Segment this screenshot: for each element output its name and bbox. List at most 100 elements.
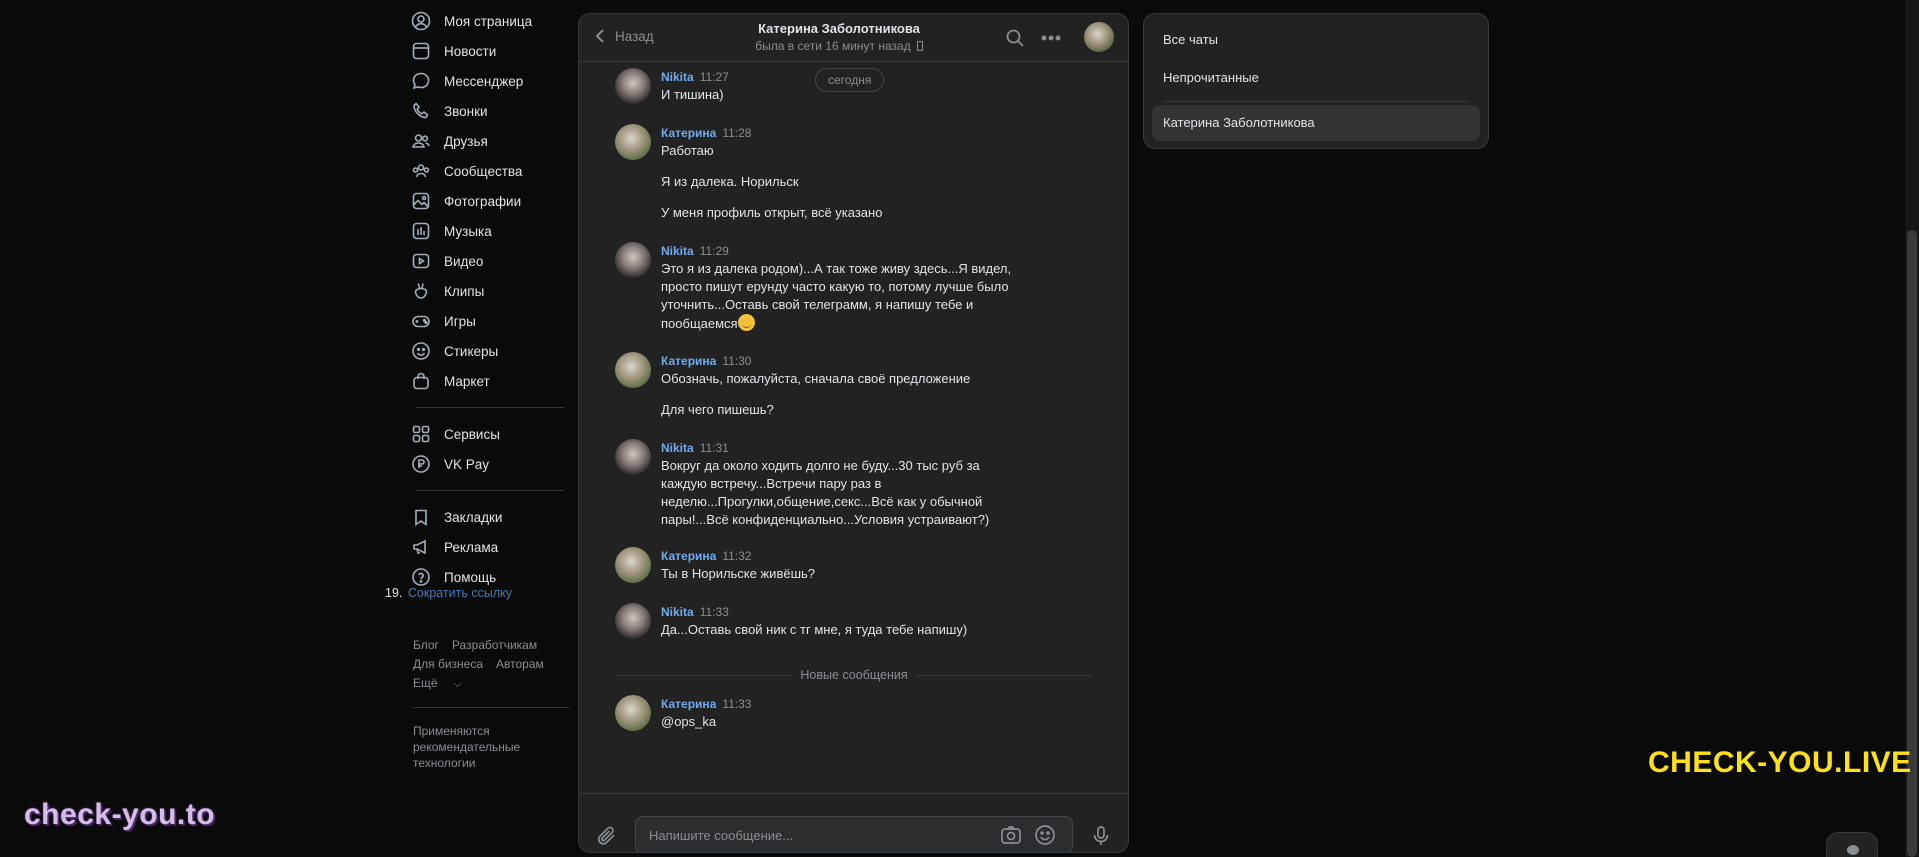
message-bubble-icon — [410, 70, 432, 92]
message-text: И тишина) — [661, 87, 724, 102]
message-author[interactable]: Катерина — [661, 549, 716, 563]
peer-avatar[interactable] — [1084, 22, 1114, 52]
short-link-row: 19. Сократить ссылку — [385, 586, 512, 600]
smiling-emoji-icon — [737, 314, 755, 331]
clips-icon — [410, 280, 432, 302]
mobile-icon — [916, 41, 923, 51]
message-text: @ops_ka — [661, 714, 717, 729]
nav-label: Мессенджер — [444, 73, 524, 89]
new-messages-label: Новые сообщения — [800, 668, 908, 682]
smile-icon — [1035, 825, 1055, 845]
grid-icon — [410, 423, 432, 445]
message-author[interactable]: Катерина — [661, 354, 716, 368]
nav-communities[interactable]: Сообщества — [410, 156, 570, 186]
back-button[interactable]: Назад — [593, 28, 654, 44]
message-time: 11:33 — [722, 697, 752, 711]
message-composer — [579, 793, 1128, 852]
folder-all-chats[interactable]: Все чаты — [1152, 22, 1480, 58]
camera-button[interactable] — [999, 823, 1023, 847]
voice-message-button[interactable] — [1089, 824, 1113, 848]
avatar[interactable] — [615, 695, 651, 731]
message-author[interactable]: Катерина — [661, 697, 716, 711]
nav-friends[interactable]: Друзья — [410, 126, 570, 156]
message-author[interactable]: Nikita — [661, 441, 694, 455]
avatar[interactable] — [615, 439, 651, 475]
message-author[interactable]: Nikita — [661, 70, 694, 84]
footer-developers-link[interactable]: Разработчикам — [452, 638, 537, 652]
avatar[interactable] — [615, 124, 651, 160]
communities-icon — [410, 160, 432, 182]
footer-divider — [413, 707, 569, 708]
message-meta: Катерина 11:28 — [661, 124, 751, 142]
left-navigation: Моя страница Новости Мессенджер Звонки Д… — [410, 6, 570, 592]
user-circle-icon — [410, 10, 432, 32]
nav-music[interactable]: Музыка — [410, 216, 570, 246]
message-text: Вокруг да около ходить долго не буду...3… — [661, 458, 990, 527]
nav-ads[interactable]: Реклама — [410, 532, 570, 562]
divider-line — [915, 674, 1094, 676]
nav-video[interactable]: Видео — [410, 246, 570, 276]
nav-photos[interactable]: Фотографии — [410, 186, 570, 216]
nav-label: VK Pay — [444, 456, 490, 472]
avatar[interactable] — [615, 603, 651, 639]
nav-clips[interactable]: Клипы — [410, 276, 570, 306]
nav-market[interactable]: Маркет — [410, 366, 570, 396]
shopping-bag-icon — [410, 370, 432, 392]
page-scrollbar[interactable] — [1905, 0, 1919, 857]
chat-bubble-icon[interactable] — [1826, 832, 1878, 857]
friends-icon — [410, 130, 432, 152]
paperclip-icon — [597, 826, 615, 845]
nav-label: Моя страница — [444, 13, 533, 29]
message-time: 11:33 — [699, 605, 729, 619]
short-link-link[interactable]: Сократить ссылку — [408, 586, 512, 600]
nav-news[interactable]: Новости — [410, 36, 570, 66]
search-button[interactable] — [1005, 28, 1025, 48]
message-text: Работаю — [661, 143, 714, 158]
message-time: 11:28 — [722, 126, 752, 140]
more-dots-icon — [1041, 35, 1061, 41]
nav-label: Стикеры — [444, 343, 499, 359]
message-author[interactable]: Катерина — [661, 126, 716, 140]
folder-unread[interactable]: Непрочитанные — [1152, 60, 1480, 96]
bookmark-icon — [410, 506, 432, 528]
nav-services[interactable]: Сервисы — [410, 419, 570, 449]
attach-button[interactable] — [595, 824, 619, 848]
message-author[interactable]: Nikita — [661, 244, 694, 258]
avatar[interactable] — [615, 68, 651, 104]
message-text: Я из далека. Норильск — [661, 174, 799, 189]
sticker-icon — [410, 340, 432, 362]
nav-label: Видео — [444, 253, 484, 269]
chevron-down-icon: ⌵ — [453, 679, 462, 690]
avatar[interactable] — [615, 547, 651, 583]
emoji-button[interactable] — [1033, 823, 1057, 847]
message-time: 11:32 — [722, 549, 752, 563]
nav-stickers[interactable]: Стикеры — [410, 336, 570, 366]
footer-business-link[interactable]: Для бизнеса — [413, 657, 483, 671]
footer-authors-link[interactable]: Авторам — [496, 657, 544, 671]
camera-icon — [1001, 826, 1021, 844]
message-time: 11:29 — [699, 244, 729, 258]
nav-bookmarks[interactable]: Закладки — [410, 502, 570, 532]
more-button[interactable] — [1040, 28, 1062, 48]
nav-label: Помощь — [444, 569, 497, 585]
avatar[interactable] — [615, 242, 651, 278]
newspaper-icon — [410, 40, 432, 62]
nav-vk-pay[interactable]: VK Pay — [410, 449, 570, 479]
message-text: Обозначь, пожалуйста, сначала своё предл… — [661, 371, 971, 386]
message-time: 11:31 — [699, 441, 729, 455]
nav-label: Реклама — [444, 539, 499, 555]
nav-label: Музыка — [444, 223, 492, 239]
folder-custom-chat[interactable]: Катерина Заболотникова — [1152, 105, 1480, 141]
footer-blog-link[interactable]: Блог — [413, 638, 439, 652]
footer-more-link[interactable]: Ещё ⌵ — [413, 676, 475, 690]
nav-calls[interactable]: Звонки — [410, 96, 570, 126]
avatar[interactable] — [615, 352, 651, 388]
nav-my-page[interactable]: Моя страница — [410, 6, 570, 36]
new-messages-divider: Новые сообщения — [615, 668, 1094, 682]
message-time: 11:27 — [699, 70, 729, 84]
message-author[interactable]: Nikita — [661, 605, 694, 619]
nav-messenger[interactable]: Мессенджер — [410, 66, 570, 96]
peer-info[interactable]: Катерина Заболотникова была в сети 16 ми… — [744, 21, 934, 53]
peer-status: была в сети 16 минут назад — [744, 39, 934, 53]
nav-games[interactable]: Игры — [410, 306, 570, 336]
